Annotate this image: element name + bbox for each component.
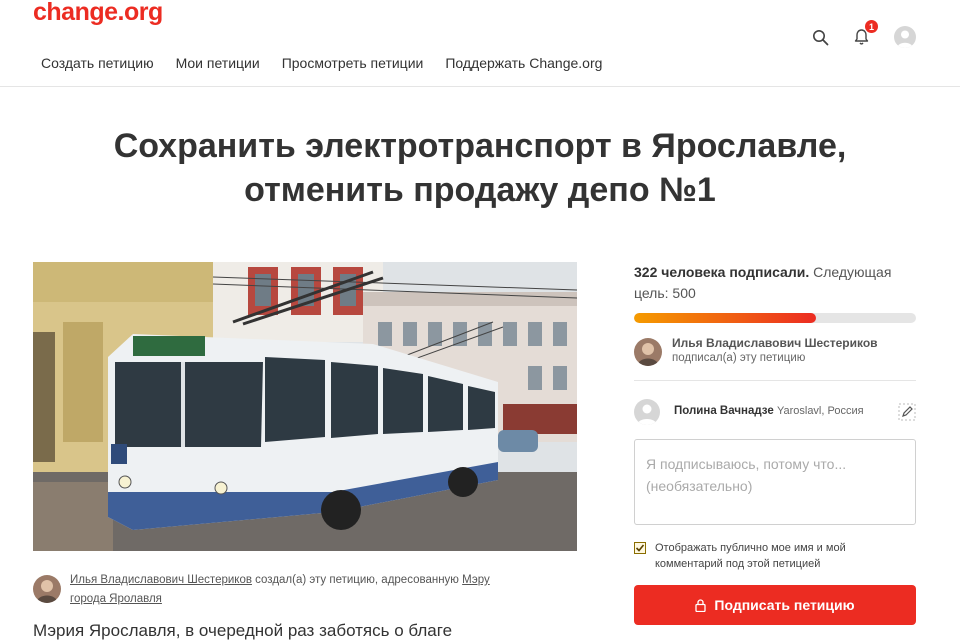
- recent-signer-avatar: [634, 338, 662, 366]
- search-icon[interactable]: [809, 26, 831, 48]
- signature-progress-fill: [634, 313, 816, 323]
- recent-signer-name: Илья Владиславович Шестериков: [672, 336, 878, 350]
- author-name-link[interactable]: Илья Владиславович Шестериков: [70, 574, 252, 586]
- recent-signer-action: подписал(а) эту петицию: [672, 352, 806, 364]
- lock-icon: [695, 598, 707, 612]
- author-line: Илья Владиславович Шестериков создал(а) …: [70, 571, 550, 609]
- petition-body-text: Мэрия Ярославля, в очередной раз заботяс…: [33, 621, 453, 640]
- current-user-location: Yaroslavl, Россия: [776, 405, 864, 417]
- sign-petition-label: Подписать петицию: [714, 597, 855, 613]
- petition-title-line1: Сохранить электротранспорт в Ярославле,: [113, 127, 847, 165]
- recipient-link-part2[interactable]: города Яролавля: [70, 593, 162, 605]
- nav-create-petition[interactable]: Создать петицию: [41, 55, 154, 71]
- nav-browse-petitions[interactable]: Просмотреть петиции: [282, 55, 424, 71]
- signature-count-bold: 322 человека подписали.: [634, 264, 810, 280]
- petition-title-line2: отменить продажу депо №1: [244, 171, 716, 209]
- petition-photo-trolleybus: [33, 262, 577, 551]
- current-signer: Полина Вачнадзе Yaroslavl, Россия: [634, 399, 916, 425]
- nav-support-change[interactable]: Поддержать Change.org: [445, 55, 602, 71]
- bell-icon[interactable]: 1: [850, 20, 878, 48]
- sign-sidebar: 322 человека подписали. Следующая цель: …: [634, 262, 916, 625]
- author-action-text: создал(а) эту петицию, адресованную: [251, 574, 463, 586]
- current-user-avatar: [634, 399, 660, 425]
- sidebar-divider: [634, 380, 916, 381]
- edit-pencil-icon[interactable]: [898, 403, 916, 421]
- nav-my-petitions[interactable]: Мои петиции: [176, 55, 260, 71]
- notification-badge: 1: [865, 20, 878, 33]
- signature-progress-bar: [634, 313, 916, 323]
- top-header: change.org Создать петицию Мои петиции П…: [0, 0, 960, 87]
- sign-petition-button[interactable]: Подписать петицию: [634, 585, 916, 625]
- author-avatar[interactable]: [33, 575, 61, 603]
- public-display-checkbox[interactable]: [634, 542, 646, 554]
- public-display-label: Отображать публично мое имя и мой коммен…: [655, 542, 846, 570]
- current-user-name-row: Полина Вачнадзе Yaroslavl, Россия: [674, 405, 864, 417]
- user-avatar-icon[interactable]: [894, 26, 916, 48]
- header-actions: 1: [790, 20, 916, 48]
- current-user-name: Полина Вачнадзе: [674, 405, 774, 417]
- recipient-link-part1[interactable]: Мэру: [462, 574, 490, 586]
- petition-title: Сохранить электротранспорт в Ярославле, …: [0, 124, 960, 212]
- main-nav: Создать петицию Мои петиции Просмотреть …: [41, 55, 624, 71]
- signing-reason-input[interactable]: [634, 439, 916, 525]
- signature-count: 322 человека подписали. Следующая цель: …: [634, 262, 916, 304]
- change-org-logo[interactable]: change.org: [33, 0, 163, 27]
